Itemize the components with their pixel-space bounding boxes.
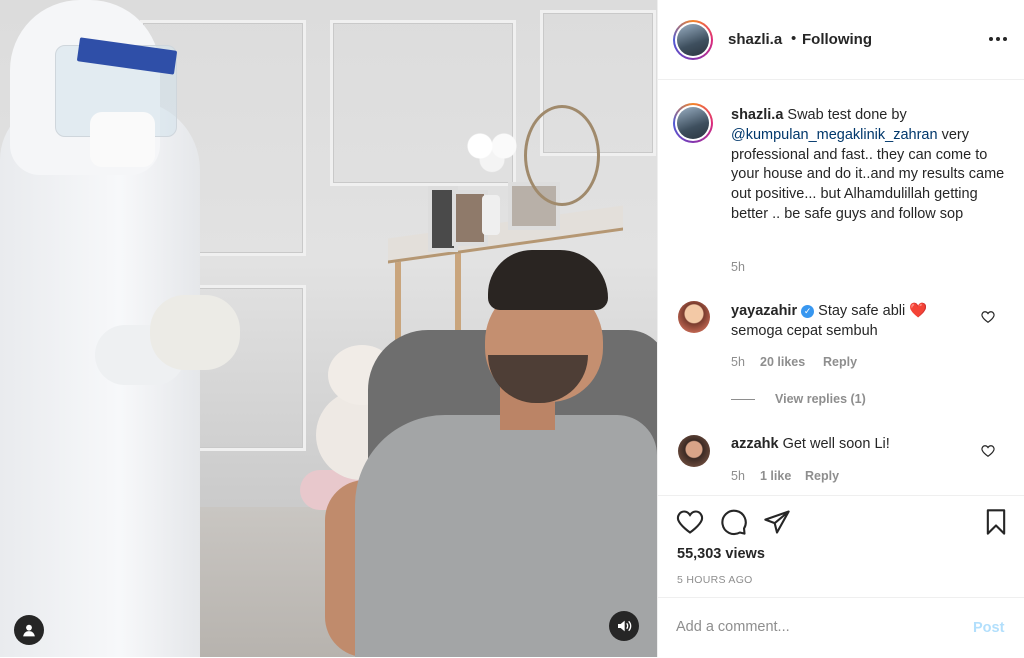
views-count[interactable]: 55,303 views [677, 546, 765, 562]
replies-divider [731, 399, 755, 400]
author-avatar[interactable] [673, 20, 713, 60]
reply-button[interactable]: Reply [823, 355, 857, 369]
add-comment-bar: Post [658, 597, 1024, 658]
comment-input[interactable] [676, 613, 956, 641]
speaker-icon[interactable] [609, 611, 639, 641]
share-icon[interactable] [763, 508, 791, 536]
comment-likes[interactable]: 20 likes [760, 355, 805, 369]
post-video[interactable] [0, 0, 657, 657]
header-separator: • [791, 30, 797, 47]
caption-mention[interactable]: @kumpulan_megaklinik_zahran [731, 127, 938, 143]
comment-username[interactable]: azzahk [731, 436, 779, 452]
post-caption: shazli.a Swab test done by @kumpulan_meg… [731, 106, 1011, 225]
reply-button[interactable]: Reply [805, 469, 839, 483]
caption-text: Swab test done by [783, 107, 907, 123]
side-table [388, 205, 623, 264]
comment-text: Get well soon Li! [778, 436, 890, 452]
more-options-icon[interactable] [987, 29, 1009, 49]
verified-badge-icon: ✓ [801, 305, 815, 318]
glove [150, 295, 240, 370]
decor-ring [524, 105, 600, 206]
vase [482, 195, 500, 235]
comment-icon[interactable] [720, 508, 748, 536]
commenter-avatar[interactable] [678, 435, 710, 467]
comment-like-icon[interactable] [981, 310, 995, 324]
caption-avatar[interactable] [673, 103, 713, 143]
following-button[interactable]: Following [802, 31, 872, 48]
flowers [462, 128, 522, 173]
commenter-avatar[interactable] [678, 301, 710, 333]
heart-icon[interactable] [676, 508, 704, 536]
comment-timestamp[interactable]: 5h [731, 469, 745, 483]
bookmark-icon[interactable] [982, 508, 1010, 536]
comment-like-icon[interactable] [981, 444, 995, 458]
post-timestamp[interactable]: 5 HOURS AGO [677, 574, 753, 586]
comment: azzahk Get well soon Li! [731, 435, 981, 455]
post-sidebar: shazli.a • Following shazli.a Swab test … [657, 0, 1024, 657]
face-mask [90, 112, 155, 167]
comment-username[interactable]: yayazahir [731, 303, 797, 319]
post-comment-button[interactable]: Post [973, 620, 1004, 636]
comment: yayazahir ✓ Stay safe abli ❤️ semoga cep… [731, 302, 981, 342]
comment-likes[interactable]: 1 like [760, 469, 791, 483]
user-tag-icon[interactable] [14, 615, 44, 645]
comment-timestamp[interactable]: 5h [731, 355, 745, 369]
author-username[interactable]: shazli.a [728, 31, 782, 48]
post-header: shazli.a • Following [658, 0, 1024, 80]
caption-timestamp[interactable]: 5h [731, 260, 745, 274]
man-hair [488, 250, 608, 310]
view-replies-button[interactable]: View replies (1) [775, 392, 866, 406]
caption-username[interactable]: shazli.a [731, 107, 783, 123]
